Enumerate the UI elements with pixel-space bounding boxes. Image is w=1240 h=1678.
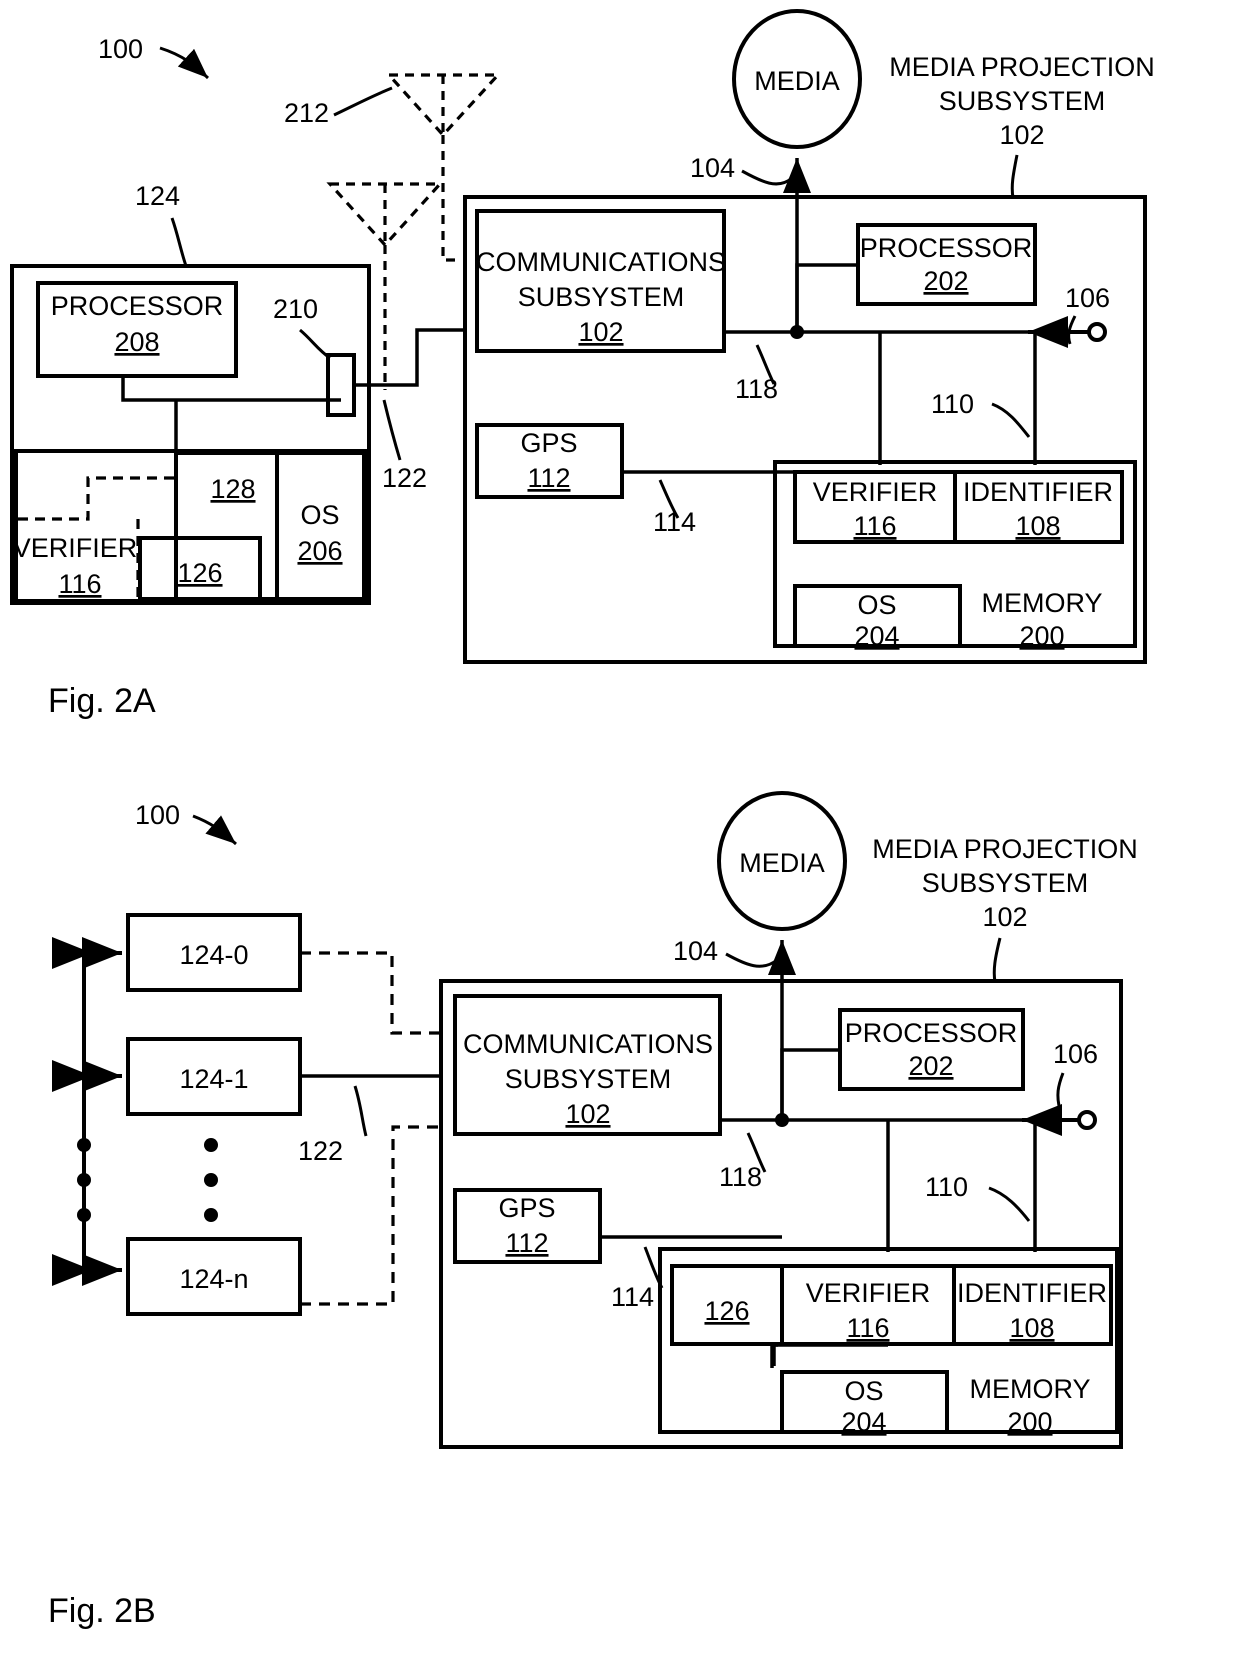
comms-title-line1-2a: COMMUNICATIONS <box>476 247 726 277</box>
system-ref-2b: 100 <box>135 800 180 830</box>
comms-ref-102-2b: 102 <box>565 1099 610 1129</box>
memory-200-title-2a: MEMORY <box>981 588 1102 618</box>
bus-ref-118-2b: 118 <box>719 1162 762 1192</box>
verifier-116-ref-2b: 116 <box>846 1313 889 1343</box>
device-124-0-label: 124-0 <box>179 940 248 970</box>
identifier-108-title-2a: IDENTIFIER <box>963 477 1113 507</box>
identifier-108-title-2b: IDENTIFIER <box>957 1278 1107 1308</box>
device-os-206-ref: 206 <box>297 536 342 566</box>
processor-202-ref-2b: 202 <box>908 1051 953 1081</box>
gps-bus-ref-114-2b: 114 <box>611 1282 654 1312</box>
identifier-108-ref-2b: 108 <box>1009 1313 1054 1343</box>
system-ref-2a: 100 <box>98 34 143 64</box>
media-arrow-ref-104-2b: 104 <box>673 936 718 966</box>
subsystem-title-line1-2a: MEDIA PROJECTION <box>889 52 1155 82</box>
subsystem-title-line2-2a: SUBSYSTEM <box>939 86 1106 116</box>
os-204-title-2b: OS <box>844 1376 883 1406</box>
processor-202-title-2a: PROCESSOR <box>860 233 1033 263</box>
input-terminal-2a <box>1087 322 1107 342</box>
ellipsis-dot <box>204 1173 218 1187</box>
subsystem-ref-102-2b: 102 <box>982 902 1027 932</box>
verifier-116-ref-2a: 116 <box>853 511 896 541</box>
identifier-108-ref-2a: 108 <box>1015 511 1060 541</box>
processor-208-title: PROCESSOR <box>51 291 224 321</box>
device-verifier-116-title: VERIFIER <box>13 533 138 563</box>
media-label-2a: MEDIA <box>754 66 840 96</box>
comms-title-line2-2a: SUBSYSTEM <box>518 282 685 312</box>
device-verifier-116-ref: 116 <box>58 569 101 599</box>
processor-202-ref-2a: 202 <box>923 266 968 296</box>
memory-126-ref-2b: 126 <box>704 1296 749 1326</box>
ellipsis-dot <box>204 1138 218 1152</box>
media-label-2b: MEDIA <box>739 848 825 878</box>
device-126-ref: 126 <box>177 558 222 588</box>
memory-bus-ref-110-2a: 110 <box>931 389 974 419</box>
link-ref-122-2b: 122 <box>298 1136 343 1166</box>
bus-junction-2b <box>775 1113 789 1127</box>
processor-202-title-2b: PROCESSOR <box>845 1018 1018 1048</box>
gps-ref-112-2b: 112 <box>505 1228 548 1258</box>
caption-2a: Fig. 2A <box>48 682 156 720</box>
ellipsis-dot <box>77 1208 91 1222</box>
gps-ref-112-2a: 112 <box>527 463 570 493</box>
gps-bus-ref-114-2a: 114 <box>653 507 696 537</box>
subsystem-title-line1-2b: MEDIA PROJECTION <box>872 834 1138 864</box>
comms-title-line2-2b: SUBSYSTEM <box>505 1064 672 1094</box>
comms-ref-102-2a: 102 <box>578 317 623 347</box>
input-terminal-2b <box>1077 1110 1097 1130</box>
input-ref-106-2b: 106 <box>1053 1039 1098 1069</box>
device-128-ref: 128 <box>210 474 255 504</box>
os-204-ref-2b: 204 <box>841 1407 886 1437</box>
patent-figure-sheet: 100 212 124 PROCESSOR 208 210 OS 206 128… <box>0 0 1240 1678</box>
gps-title-2b: GPS <box>498 1193 555 1223</box>
processor-208-ref: 208 <box>114 327 159 357</box>
bus-junction-2a <box>790 325 804 339</box>
input-ref-106-2a: 106 <box>1065 283 1110 313</box>
gps-title-2a: GPS <box>520 428 577 458</box>
device-124-n-label: 124-n <box>179 1264 248 1294</box>
ellipsis-dot <box>77 1173 91 1187</box>
caption-2b: Fig. 2B <box>48 1592 156 1630</box>
ellipsis-dot <box>204 1208 218 1222</box>
subsystem-title-line2-2b: SUBSYSTEM <box>922 868 1089 898</box>
ellipsis-dot <box>77 1138 91 1152</box>
bus-ref-118-2a: 118 <box>735 374 778 404</box>
memory-bus-ref-110-2b: 110 <box>925 1172 968 1202</box>
device-124-1-label: 124-1 <box>179 1064 248 1094</box>
device-ref-124: 124 <box>135 181 180 211</box>
subsystem-ref-102-2a: 102 <box>999 120 1044 150</box>
os-204-title-2a: OS <box>857 590 896 620</box>
verifier-116-title-2a: VERIFIER <box>813 477 938 507</box>
link-ref-122-2a: 122 <box>382 463 427 493</box>
device-os-206-title: OS <box>300 500 339 530</box>
verifier-116-title-2b: VERIFIER <box>806 1278 931 1308</box>
memory-200-ref-2a: 200 <box>1019 621 1064 651</box>
media-arrow-ref-104-2a: 104 <box>690 153 735 183</box>
os-204-ref-2a: 204 <box>854 621 899 651</box>
transceiver-ref-210: 210 <box>273 294 318 324</box>
antenna-ref-2a: 212 <box>284 98 329 128</box>
comms-title-line1-2b: COMMUNICATIONS <box>463 1029 713 1059</box>
memory-200-title-2b: MEMORY <box>969 1374 1090 1404</box>
memory-200-ref-2b: 200 <box>1007 1407 1052 1437</box>
